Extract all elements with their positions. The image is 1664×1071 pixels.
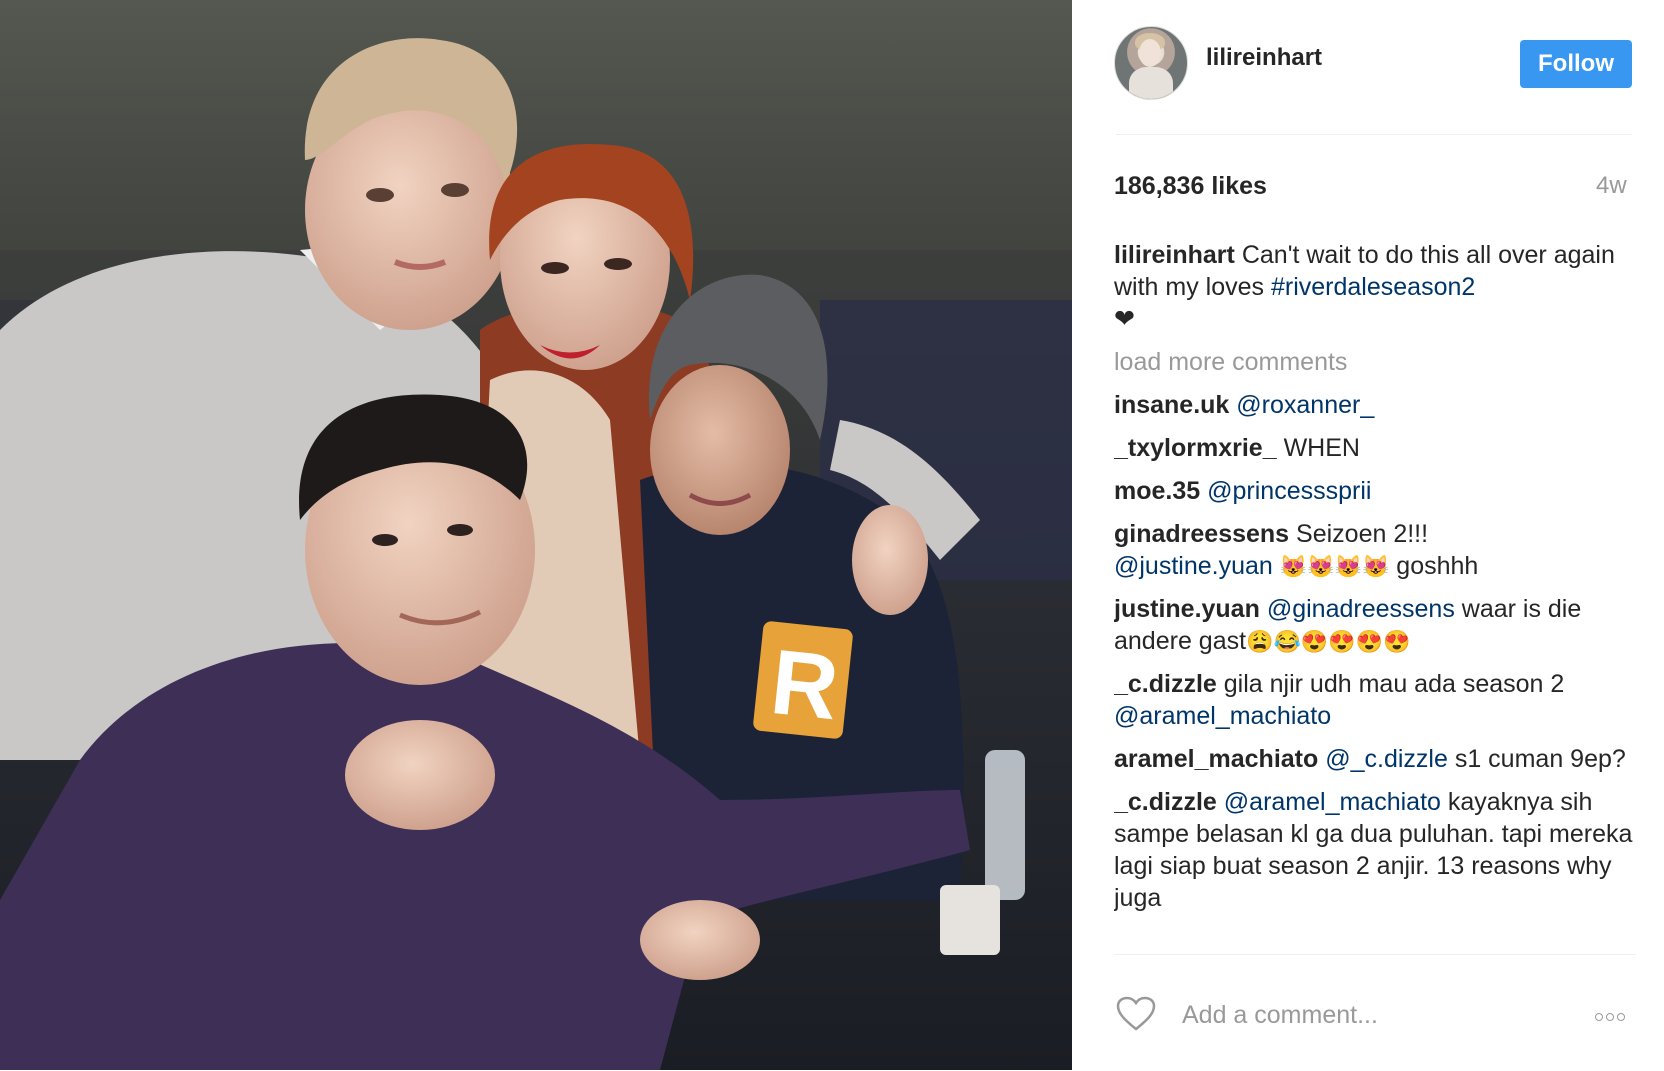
profile-avatar-icon[interactable] (1114, 26, 1188, 100)
more-dot (1595, 1013, 1603, 1021)
comment-username[interactable]: aramel_machiato (1114, 745, 1318, 773)
comment-item: moe.35 @princesssprii (1114, 475, 1636, 507)
more-options-icon[interactable] (1595, 1008, 1639, 1021)
comment-mention[interactable]: @_c.dizzle (1325, 745, 1448, 773)
comment-text: Seizoen 2!!! (1296, 520, 1429, 548)
comment-text: goshhh (1389, 552, 1479, 580)
comment-emoji: 😻😻😻😻 (1279, 554, 1390, 579)
comments-fade (1114, 940, 1636, 954)
comment-username[interactable]: ginadreessens (1114, 520, 1289, 548)
caption-username[interactable]: lilireinhart (1114, 241, 1235, 269)
comment-username[interactable]: _txylormxrie_ (1114, 434, 1277, 462)
comment-mention[interactable]: @justine.yuan (1114, 552, 1273, 580)
likes-count[interactable]: 186,836 likes (1114, 172, 1267, 201)
load-more-comments-button[interactable]: load more comments (1114, 346, 1636, 378)
comment-text: gila njir udh mau ada season 2 (1223, 670, 1565, 698)
comment-emoji: 😩😂😍😍😍😍 (1246, 629, 1411, 654)
caption: lilireinhart Can't wait to do this all o… (1114, 239, 1636, 335)
comments-list: lilireinhart Can't wait to do this all o… (1114, 239, 1636, 953)
comment-item: ginadreessens Seizoen 2!!! @justine.yuan… (1114, 518, 1636, 582)
comment-item: _txylormxrie_ WHEN (1114, 432, 1636, 464)
comment-text: WHEN (1283, 434, 1360, 462)
avatar-face (1139, 39, 1161, 67)
heart-outline-icon[interactable] (1116, 996, 1156, 1032)
comment-mention[interactable]: @ginadreessens (1267, 595, 1455, 623)
comment-text: s1 cuman 9ep? (1447, 745, 1626, 773)
post-photo[interactable]: R (0, 0, 1072, 1070)
avatar-body (1129, 67, 1173, 99)
comment-username[interactable]: _c.dizzle (1114, 670, 1217, 698)
comment-mention[interactable]: @aramel_machiato (1224, 788, 1441, 816)
comment-username[interactable]: justine.yuan (1114, 595, 1260, 623)
comment-mention[interactable]: @aramel_machiato (1114, 702, 1331, 730)
comment-mention[interactable]: @roxanner_ (1236, 391, 1374, 419)
comment-username[interactable]: moe.35 (1114, 477, 1200, 505)
post-username[interactable]: lilireinhart (1206, 44, 1322, 72)
comment-item: justine.yuan @ginadreessens waar is die … (1114, 593, 1636, 657)
follow-button[interactable]: Follow (1520, 40, 1632, 88)
comment-item: aramel_machiato @_c.dizzle s1 cuman 9ep? (1114, 743, 1636, 775)
more-dot (1617, 1013, 1625, 1021)
caption-heart-emoji: ❤ (1114, 305, 1135, 333)
comment-item: _c.dizzle @aramel_machiato kayaknya sih … (1114, 786, 1636, 914)
comment-item: _c.dizzle gila njir udh mau ada season 2… (1114, 668, 1636, 732)
photo-illustration: R (0, 0, 1072, 1070)
comment-username[interactable]: _c.dizzle (1114, 788, 1217, 816)
caption-hashtag[interactable]: #riverdaleseason2 (1271, 273, 1475, 301)
add-comment-input[interactable] (1180, 994, 1564, 1036)
jacket-badge-letter: R (766, 631, 843, 739)
instagram-post: R lilireinhart Follow 186,836 likes 4w l… (0, 0, 1664, 1070)
post-time[interactable]: 4w (1596, 172, 1627, 200)
comment-item: insane.uk @roxanner_ (1114, 389, 1636, 421)
more-dot (1606, 1013, 1614, 1021)
comment-username[interactable]: insane.uk (1114, 391, 1229, 419)
comment-mention[interactable]: @princesssprii (1207, 477, 1371, 505)
